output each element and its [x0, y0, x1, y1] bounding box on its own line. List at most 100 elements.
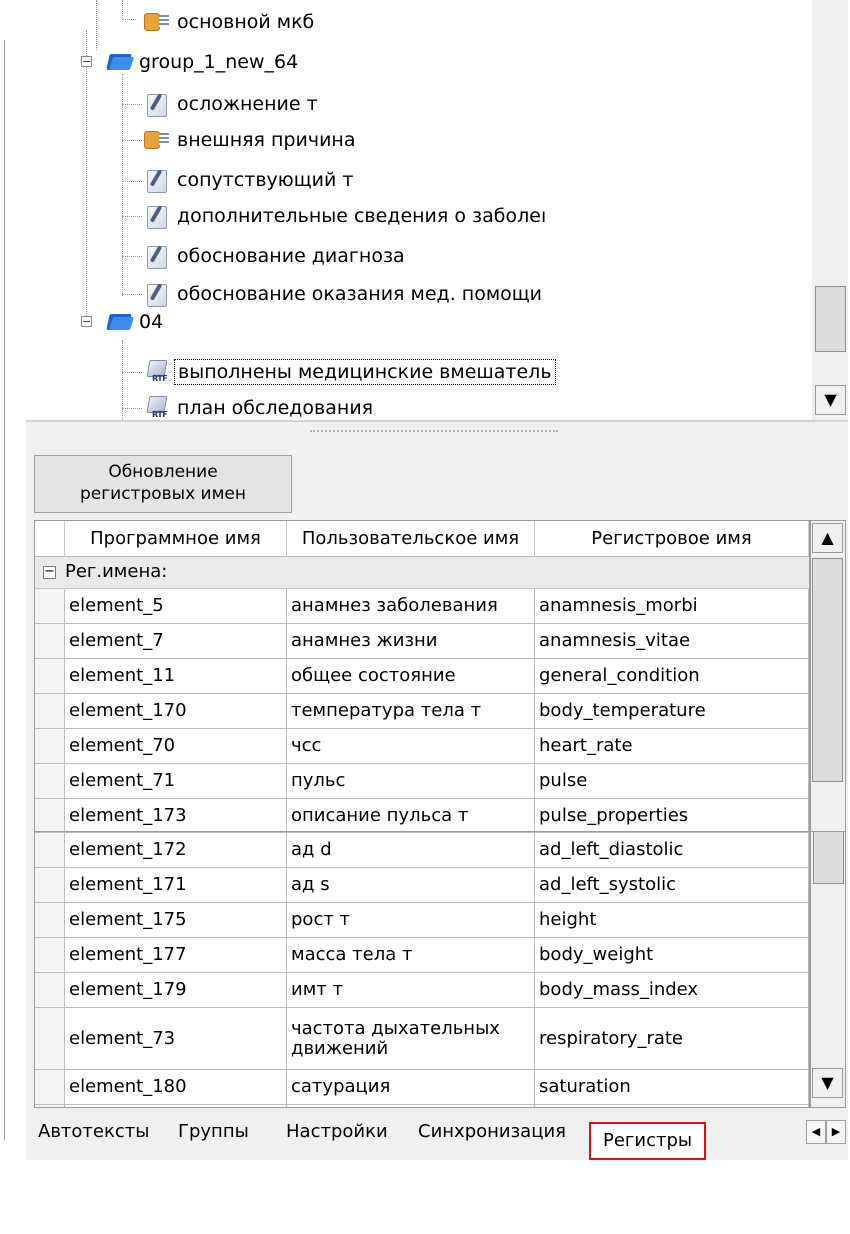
row-indicator [35, 589, 65, 624]
cell-user-name[interactable]: чсс [287, 729, 535, 764]
tree-connector [122, 294, 142, 295]
row-indicator [35, 729, 65, 764]
cell-user-name[interactable]: общее состояние [287, 659, 535, 694]
cell-program-name[interactable]: element_70 [65, 729, 287, 764]
cell-user-name[interactable]: пульс [287, 764, 535, 799]
cell-user-name[interactable]: ад d [287, 833, 535, 868]
splitter-grip[interactable] [310, 430, 558, 432]
grid-scroll-thumb-end[interactable] [813, 832, 844, 884]
tree-node[interactable]: RTF план обследования [144, 392, 376, 420]
tab-groups[interactable]: Группы [172, 1116, 255, 1148]
tree-node-label: план обследования [177, 397, 374, 419]
cell-user-name[interactable]: имт т [287, 973, 535, 1008]
cell-program-name[interactable]: element_171 [65, 868, 287, 903]
group-collapse-toggle[interactable]: − [43, 565, 56, 579]
cell-register-name[interactable]: ad_left_systolic [535, 868, 809, 903]
register-names-grid[interactable]: Программное имя Пользовательское имя Рег… [34, 520, 810, 832]
cell-register-name[interactable]: body_mass_index [535, 973, 809, 1008]
cell-user-name[interactable]: анамнез заболевания [287, 589, 535, 624]
cell-register-name[interactable]: ad_left_diastolic [535, 833, 809, 868]
grid-scroll-up-button[interactable]: ▲ [812, 523, 843, 553]
registry-card-icon [144, 9, 170, 35]
tab-sync[interactable]: Синхронизация [412, 1116, 572, 1148]
quill-document-icon [144, 281, 170, 307]
tree-node[interactable]: обоснование диагноза [144, 240, 408, 272]
cell-user-name[interactable]: анамнез жизни [287, 624, 535, 659]
cell-register-name[interactable]: general_condition [535, 659, 809, 694]
tree-scroll-thumb[interactable] [815, 286, 846, 352]
cell-register-name[interactable]: height [535, 903, 809, 938]
cell-user-name[interactable]: температура тела т [287, 694, 535, 729]
cell-program-name[interactable]: element_11 [65, 659, 287, 694]
tree-node-selected[interactable]: RTF выполнены медицинские вмешатель [144, 356, 556, 388]
column-header-register-name[interactable]: Регистровое имя [535, 521, 809, 557]
cell-program-name[interactable]: element_177 [65, 938, 287, 973]
cell-register-name[interactable]: pulse_properties [535, 799, 809, 831]
tree-vertical-scrollbar[interactable] [812, 0, 848, 420]
cell-program-name[interactable]: element_71 [65, 764, 287, 799]
tree-node[interactable]: сопутствующий т [144, 164, 356, 196]
tree-node-label: group_1_new_64 [139, 51, 299, 73]
tree-connector [122, 19, 136, 20]
tab-settings[interactable]: Настройки [280, 1116, 394, 1148]
cell-program-name[interactable]: element_7 [65, 624, 287, 659]
cell-register-name[interactable]: respiratory_rate [535, 1008, 809, 1070]
grid-scroll-thumb[interactable] [812, 558, 843, 782]
tree-node-label: основной мкб [177, 11, 315, 33]
cell-user-name[interactable]: ад s [287, 868, 535, 903]
cell-program-name[interactable]: element_175 [65, 903, 287, 938]
cell-user-name[interactable]: частота дыхательных движений [287, 1008, 535, 1070]
cell-program-name[interactable]: element_172 [65, 833, 287, 868]
tree-group-node[interactable]: group_1_new_64 [106, 46, 301, 78]
cell-program-name[interactable]: element_5 [65, 589, 287, 624]
tab-scroll-left-button[interactable]: ◀ [806, 1120, 826, 1144]
cell-program-name[interactable]: element_173 [65, 799, 287, 831]
cell-user-name[interactable]: масса тела т [287, 938, 535, 973]
grid-vertical-scrollbar-track[interactable]: ▼ [810, 832, 846, 1108]
tree-node[interactable]: осложнение т [144, 88, 321, 120]
grid-scroll-down-button[interactable]: ▼ [812, 1068, 843, 1098]
cell-register-name[interactable]: anamnesis_vitae [535, 624, 809, 659]
row-indicator [35, 903, 65, 938]
cell-user-name[interactable]: описание пульса т [287, 799, 535, 831]
register-names-grid-continued[interactable]: element_173описание пульса тpulse_proper… [34, 832, 810, 1108]
cell-register-name[interactable]: pulse [535, 764, 809, 799]
tab-scroll-right-button[interactable]: ▶ [826, 1120, 846, 1144]
cell-register-name[interactable]: body_weight [535, 938, 809, 973]
tab-registers[interactable]: Регистры [589, 1122, 707, 1160]
tree-scroll-down-button[interactable]: ▼ [815, 385, 846, 415]
tree-connector [96, 0, 97, 50]
tree-node-label: дополнительные сведения о заболеı [177, 205, 547, 227]
tree-collapse-toggle[interactable]: − [81, 316, 92, 327]
group-row[interactable]: − Рег.имена: [35, 557, 809, 589]
rtf-document-icon: RTF [144, 359, 170, 385]
template-tree[interactable]: основной мкб − group_1_new_64 осложнение… [26, 0, 812, 420]
cell-program-name[interactable]: element_180 [65, 1070, 287, 1105]
cell-program-name[interactable]: element_73 [65, 1008, 287, 1070]
cell-register-name[interactable]: anamnesis_morbi [535, 589, 809, 624]
cell-user-name[interactable]: сатурация [287, 1070, 535, 1105]
row-indicator [35, 833, 65, 868]
quill-document-icon [144, 167, 170, 193]
tree-group-node[interactable]: 04 [106, 306, 166, 338]
tree-node[interactable]: внешняя причина [144, 124, 359, 156]
button-label-line: Обновление [108, 462, 218, 482]
cell-register-name[interactable]: body_temperature [535, 694, 809, 729]
cell-register-name[interactable]: heart_rate [535, 729, 809, 764]
refresh-register-names-button[interactable]: Обновление регистровых имен [34, 455, 292, 513]
tab-autotexts[interactable]: Автотексты [32, 1116, 155, 1148]
cell-program-name[interactable]: element_170 [65, 694, 287, 729]
button-label-line: регистровых имен [79, 484, 247, 504]
column-header-user-name[interactable]: Пользовательское имя [287, 521, 535, 557]
tree-collapse-toggle[interactable]: − [81, 56, 92, 67]
tree-node[interactable]: обоснование оказания мед. помощи [144, 278, 545, 310]
row-indicator [35, 694, 65, 729]
tree-node[interactable]: дополнительные сведения о заболеı [144, 200, 549, 232]
tree-node[interactable]: основной мкб [144, 6, 317, 38]
cell-program-name[interactable]: element_179 [65, 973, 287, 1008]
column-header-program-name[interactable]: Программное имя [65, 521, 287, 557]
tree-connector [122, 140, 142, 141]
cell-user-name[interactable]: рост т [287, 903, 535, 938]
tree-connector [122, 74, 123, 296]
cell-register-name[interactable]: saturation [535, 1070, 809, 1105]
